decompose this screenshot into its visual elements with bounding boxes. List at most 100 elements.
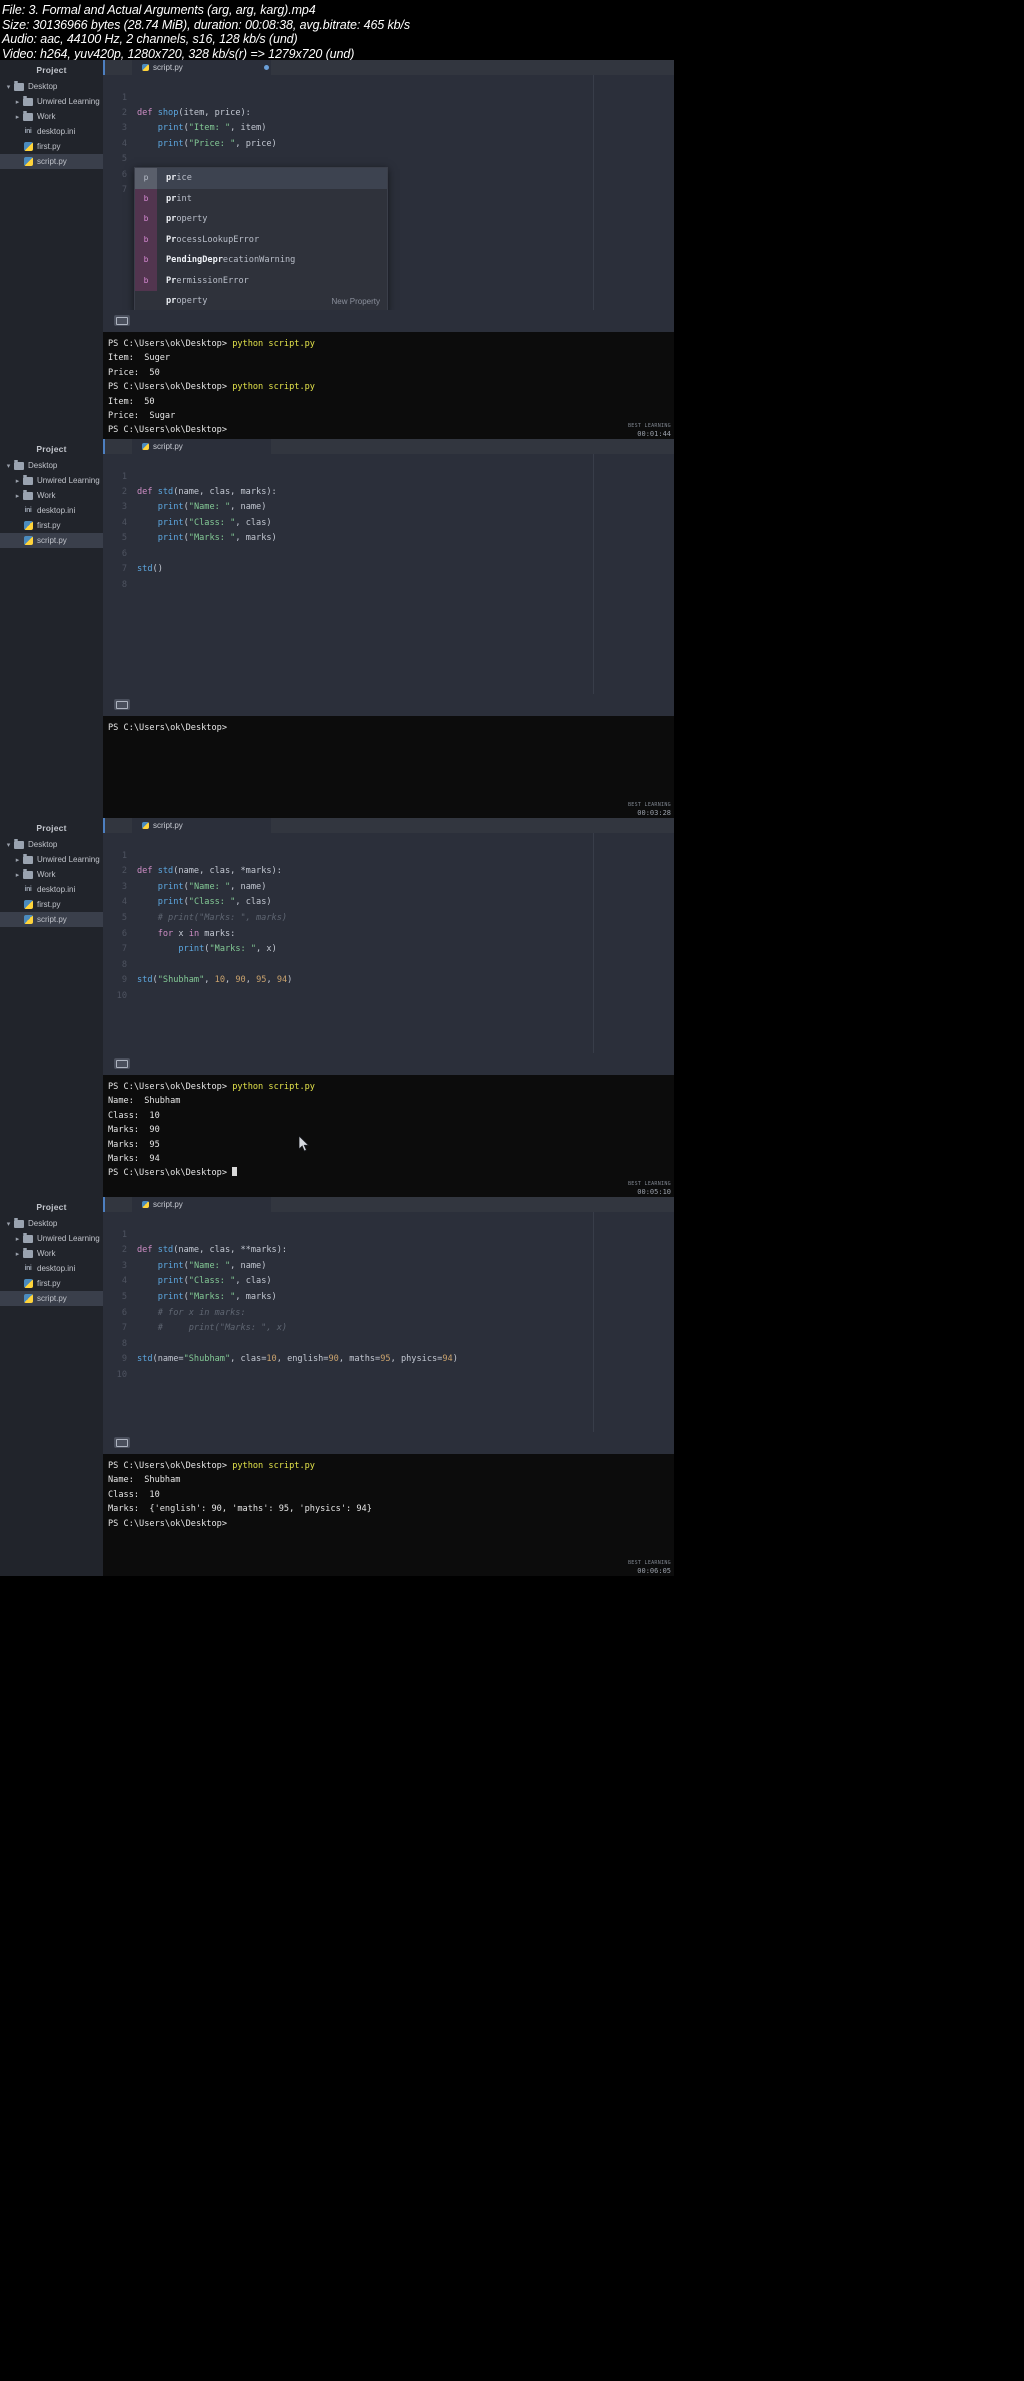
terminal-prompt: PS C:\Users\ok\Desktop>	[108, 1461, 233, 1471]
code-line: print("Marks: ", x)	[178, 944, 277, 954]
chevron-right-icon[interactable]: ▸	[13, 1235, 22, 1243]
autocomplete-item[interactable]: b PrermissionError	[135, 270, 387, 291]
tree-item-script-py[interactable]: script.py	[0, 154, 103, 169]
terminal-line: Price: Sugar	[108, 411, 176, 422]
ini-file-icon: ini	[24, 1265, 32, 1272]
line-number: 6	[121, 170, 127, 180]
code-line: std()	[137, 564, 163, 574]
timestamp-watermark: BEST LEARNING 00:05:10	[628, 1181, 671, 1196]
code-editor[interactable]: script.py 1 2 3 4 5 6 7 8 9 10 def std(n…	[103, 818, 674, 1197]
chevron-right-icon[interactable]: ▸	[13, 98, 22, 106]
tree-item-unwired-learning[interactable]: ▸ Unwired Learning	[0, 473, 103, 488]
terminal-icon[interactable]	[114, 315, 130, 326]
terminal-prompt: PS C:\Users\ok\Desktop>	[108, 425, 227, 436]
tree-item-work[interactable]: ▸ Work	[0, 867, 103, 882]
chevron-right-icon[interactable]: ▸	[13, 492, 22, 500]
terminal-line: Marks: 94	[108, 1154, 160, 1165]
tree-item-first-py[interactable]: first.py	[0, 139, 103, 154]
tree-item-unwired-learning[interactable]: ▸ Unwired Learning	[0, 1231, 103, 1246]
autocomplete-item[interactable]: b print	[135, 188, 387, 209]
chevron-right-icon[interactable]: ▸	[13, 477, 22, 485]
tree-item-work[interactable]: ▸ Work	[0, 488, 103, 503]
code-body[interactable]: 1 2 3 4 5 6 7 8 def std(name, clas, mark…	[103, 454, 674, 694]
tree-item-work[interactable]: ▸ Work	[0, 1246, 103, 1261]
code-body[interactable]: 1 2 3 4 5 6 7 8 9 10 def std(name, clas,…	[103, 833, 674, 1053]
tree-item-desktop-ini[interactable]: ini desktop.ini	[0, 882, 103, 897]
tab-script-py[interactable]: script.py	[132, 60, 271, 75]
line-number: 5	[121, 1292, 127, 1302]
tab-script-py[interactable]: script.py	[132, 1197, 271, 1212]
tree-item-script-py[interactable]: script.py	[0, 1291, 103, 1306]
autocomplete-item[interactable]: property New Property	[135, 291, 387, 312]
tree-item-unwired-learning[interactable]: ▸ Unwired Learning	[0, 852, 103, 867]
line-number: 7	[121, 944, 127, 954]
terminal-line: Marks: {'english': 90, 'maths': 95, 'phy…	[108, 1504, 372, 1515]
console-toolbar	[103, 310, 674, 332]
autocomplete-item[interactable]: p price	[135, 168, 387, 189]
project-sidebar: Project ▾ Desktop ▸ Unwired Learning ▸ Work…	[0, 818, 104, 1197]
chevron-down-icon[interactable]: ▾	[4, 841, 13, 849]
chevron-right-icon[interactable]: ▸	[13, 1250, 22, 1258]
autocomplete-item[interactable]: b ProcessLookupError	[135, 229, 387, 250]
modified-dot-icon	[264, 65, 269, 70]
tree-item-desktop[interactable]: ▾ Desktop	[0, 458, 103, 473]
line-number: 3	[121, 882, 127, 892]
meta-audio-line: Audio: aac, 44100 Hz, 2 channels, s16, 1…	[2, 32, 298, 47]
right-margin-guide	[593, 454, 594, 694]
line-number: 4	[121, 139, 127, 149]
code-line: std("Shubham", 10, 90, 95, 94)	[137, 975, 293, 985]
tree-item-first-py[interactable]: first.py	[0, 518, 103, 533]
tree-item-desktop[interactable]: ▾ Desktop	[0, 1216, 103, 1231]
code-line: # for x in marks:	[137, 1308, 246, 1318]
code-body[interactable]: 1 2 3 4 5 6 7 8 9 10 def std(name, clas,…	[103, 1212, 674, 1432]
terminal-icon[interactable]	[114, 1437, 130, 1448]
code-editor[interactable]: script.py 1 2 3 4 5 6 7 8 def std(name, …	[103, 439, 674, 818]
autocomplete-item[interactable]: b PendingDeprecationWarning	[135, 250, 387, 271]
editor-tabbar: script.py	[103, 60, 674, 75]
code-line: print("Name: ", name)	[157, 502, 267, 512]
autocomplete-item[interactable]: b property	[135, 209, 387, 230]
tree-item-script-py[interactable]: script.py	[0, 912, 103, 927]
autocomplete-popup[interactable]: p price b print b property b ProcessLook…	[134, 167, 388, 313]
terminal-output[interactable]: PS C:\Users\ok\Desktop> python script.py…	[103, 1454, 674, 1576]
tree-item-label: Work	[37, 870, 56, 879]
tab-script-py[interactable]: script.py	[132, 818, 271, 833]
chevron-right-icon[interactable]: ▸	[13, 856, 22, 864]
tree-item-work[interactable]: ▸ Work	[0, 109, 103, 124]
folder-icon	[13, 1217, 25, 1228]
tree-item-desktop[interactable]: ▾ Desktop	[0, 79, 103, 94]
folder-icon	[22, 868, 34, 879]
tree-item-script-py[interactable]: script.py	[0, 533, 103, 548]
tree-item-desktop-ini[interactable]: ini desktop.ini	[0, 1261, 103, 1276]
chevron-down-icon[interactable]: ▾	[4, 83, 13, 91]
chevron-down-icon[interactable]: ▾	[4, 1220, 13, 1228]
folder-icon	[22, 95, 34, 106]
tree-item-desktop-ini[interactable]: ini desktop.ini	[0, 124, 103, 139]
terminal-icon[interactable]	[114, 1058, 130, 1069]
code-editor[interactable]: script.py 1 2 3 4 5 6 7 def shop(item, p…	[103, 60, 674, 439]
code-editor[interactable]: script.py 1 2 3 4 5 6 7 8 9 10 def std(n…	[103, 1197, 674, 1576]
console-toolbar	[103, 1432, 674, 1454]
tree-item-desktop-ini[interactable]: ini desktop.ini	[0, 503, 103, 518]
tree-item-unwired-learning[interactable]: ▸ Unwired Learning	[0, 94, 103, 109]
tree-item-label: first.py	[37, 521, 61, 530]
tree-item-first-py[interactable]: first.py	[0, 1276, 103, 1291]
line-number: 4	[121, 1276, 127, 1286]
tree-item-first-py[interactable]: first.py	[0, 897, 103, 912]
chevron-down-icon[interactable]: ▾	[4, 462, 13, 470]
tree-item-label: Work	[37, 1249, 56, 1258]
tree-item-desktop[interactable]: ▾ Desktop	[0, 837, 103, 852]
active-indicator	[103, 60, 105, 75]
terminal-output[interactable]: PS C:\Users\ok\Desktop> python script.py…	[103, 332, 674, 439]
terminal-output[interactable]: PS C:\Users\ok\Desktop> python script.py…	[103, 1075, 674, 1197]
tab-label: script.py	[153, 442, 183, 451]
tree-item-label: desktop.ini	[37, 885, 76, 894]
terminal-output[interactable]: PS C:\Users\ok\Desktop>	[103, 716, 674, 818]
chevron-right-icon[interactable]: ▸	[13, 113, 22, 121]
chevron-right-icon[interactable]: ▸	[13, 871, 22, 879]
tab-script-py[interactable]: script.py	[132, 439, 271, 454]
line-number: 6	[121, 549, 127, 559]
autocomplete-label: property	[166, 296, 208, 307]
terminal-icon[interactable]	[114, 699, 130, 710]
folder-icon	[22, 110, 34, 121]
